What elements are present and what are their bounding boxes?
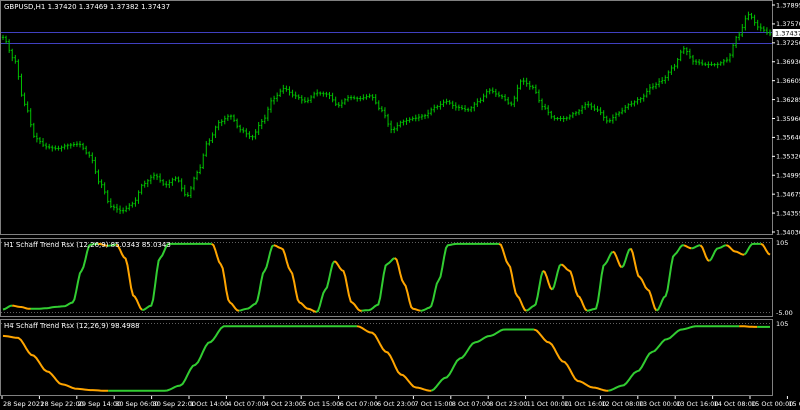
stc-segment	[683, 244, 692, 250]
time-label: 14 Oct 08:00	[714, 400, 756, 408]
price-label: 1.36930	[776, 58, 800, 66]
time-label: 13 Oct 00:00	[639, 400, 681, 408]
time-label: 4 Oct 23:00	[265, 400, 303, 408]
time-label: 11 Oct 00:00	[527, 400, 569, 408]
h1-level-bottom-label: -5.00	[776, 309, 793, 317]
stc-segment	[108, 325, 357, 392]
stc-segment	[629, 248, 658, 312]
stc-segment	[361, 257, 396, 312]
h1-level-top-label: 105	[776, 239, 788, 247]
stc-segment	[725, 244, 745, 256]
h4-stc-line	[2, 325, 770, 392]
stc-segment	[315, 260, 336, 313]
time-label: 7 Oct 15:00	[414, 400, 452, 408]
h4-indicator-frame	[0, 319, 773, 396]
time-label: 1 Oct 14:00	[190, 400, 228, 408]
stc-segment	[2, 304, 13, 311]
stc-segment	[356, 325, 432, 392]
time-label: 13 Oct 16:00	[676, 400, 718, 408]
time-label: 6 Oct 07:00	[340, 400, 378, 408]
main-chart-label: GBPUSD,H1 1.37420 1.37469 1.37382 1.3743…	[4, 3, 170, 11]
stc-segment	[2, 334, 109, 392]
price-label: 1.35320	[776, 153, 800, 161]
stc-segment	[273, 244, 317, 313]
price-label: 1.37250	[776, 39, 800, 47]
stc-segment	[141, 242, 212, 311]
price-label: 1.37895	[776, 1, 800, 9]
price-label: 1.36605	[776, 77, 800, 85]
stc-segment	[760, 242, 771, 256]
stc-segment	[560, 263, 588, 312]
price-label: 1.35960	[776, 115, 800, 123]
price-label: 1.34675	[776, 190, 800, 198]
h4-level-top-label: 105	[776, 320, 788, 328]
stc-segment	[420, 242, 500, 312]
price-label: 1.34355	[776, 209, 800, 217]
stc-segment	[533, 328, 609, 392]
stc-segment	[699, 244, 710, 262]
time-label: 12 Oct 08:00	[601, 400, 643, 408]
time-label: 15 Oct 00:00	[751, 400, 793, 408]
current-price-label: 1.37437	[775, 29, 800, 37]
time-label: 4 Oct 07:00	[227, 400, 265, 408]
stc-segment	[620, 247, 632, 269]
current-price-tag: 1.37437	[773, 29, 800, 37]
time-label: 5 Oct 15:00	[302, 400, 340, 408]
stc-segment	[739, 325, 758, 328]
stc-segment	[586, 251, 614, 312]
price-label: 1.37570	[776, 20, 800, 28]
time-label: 28 Sep 2021	[3, 400, 44, 408]
stc-segment	[542, 269, 553, 291]
stc-segment	[333, 260, 362, 312]
stc-segment	[551, 263, 562, 291]
h1-indicator-frame	[0, 238, 773, 317]
stc-segment	[430, 328, 534, 392]
time-axis: 28 Sep 202128 Sep 22:0029 Sep 14:0030 Se…	[1, 396, 800, 408]
h1-stc-line	[2, 242, 771, 313]
price-label: 1.34030	[776, 228, 800, 236]
stc-segment	[12, 304, 31, 310]
stc-segment	[655, 244, 685, 312]
stc-segment	[691, 244, 701, 250]
time-label: 8 Oct 23:00	[489, 400, 527, 408]
stc-segment	[238, 244, 275, 312]
price-bars	[1, 11, 772, 215]
stc-segment	[608, 325, 740, 392]
h4-indicator-label: H4 Schaff Trend Rsx (12,26,9) 98.4988	[4, 322, 140, 330]
price-label: 1.35640	[776, 134, 800, 142]
stc-segment	[394, 257, 421, 312]
stc-segment	[743, 242, 761, 256]
stc-segment	[708, 244, 727, 262]
main-chart-frame	[0, 0, 773, 235]
h1-indicator-label: H1 Schaff Trend Rsx (12,26,9) 85.0343 85…	[4, 241, 171, 249]
time-label: 8 Oct 07:00	[452, 400, 490, 408]
stc-segment	[526, 270, 544, 312]
stc-segment	[115, 243, 143, 311]
trading-chart[interactable]: GBPUSD,H1 1.37420 1.37469 1.37382 1.3743…	[0, 0, 800, 410]
stc-segment	[612, 250, 623, 269]
price-label: 1.36285	[776, 96, 800, 104]
stc-segment	[211, 243, 240, 312]
stc-segment	[498, 243, 527, 312]
time-label: 11 Oct 16:00	[564, 400, 606, 408]
price-label: 1.34995	[776, 172, 800, 180]
time-label: 6 Oct 23:00	[377, 400, 415, 408]
stc-segment	[30, 242, 99, 310]
time-label: 15 Oct 16:00	[788, 400, 800, 408]
